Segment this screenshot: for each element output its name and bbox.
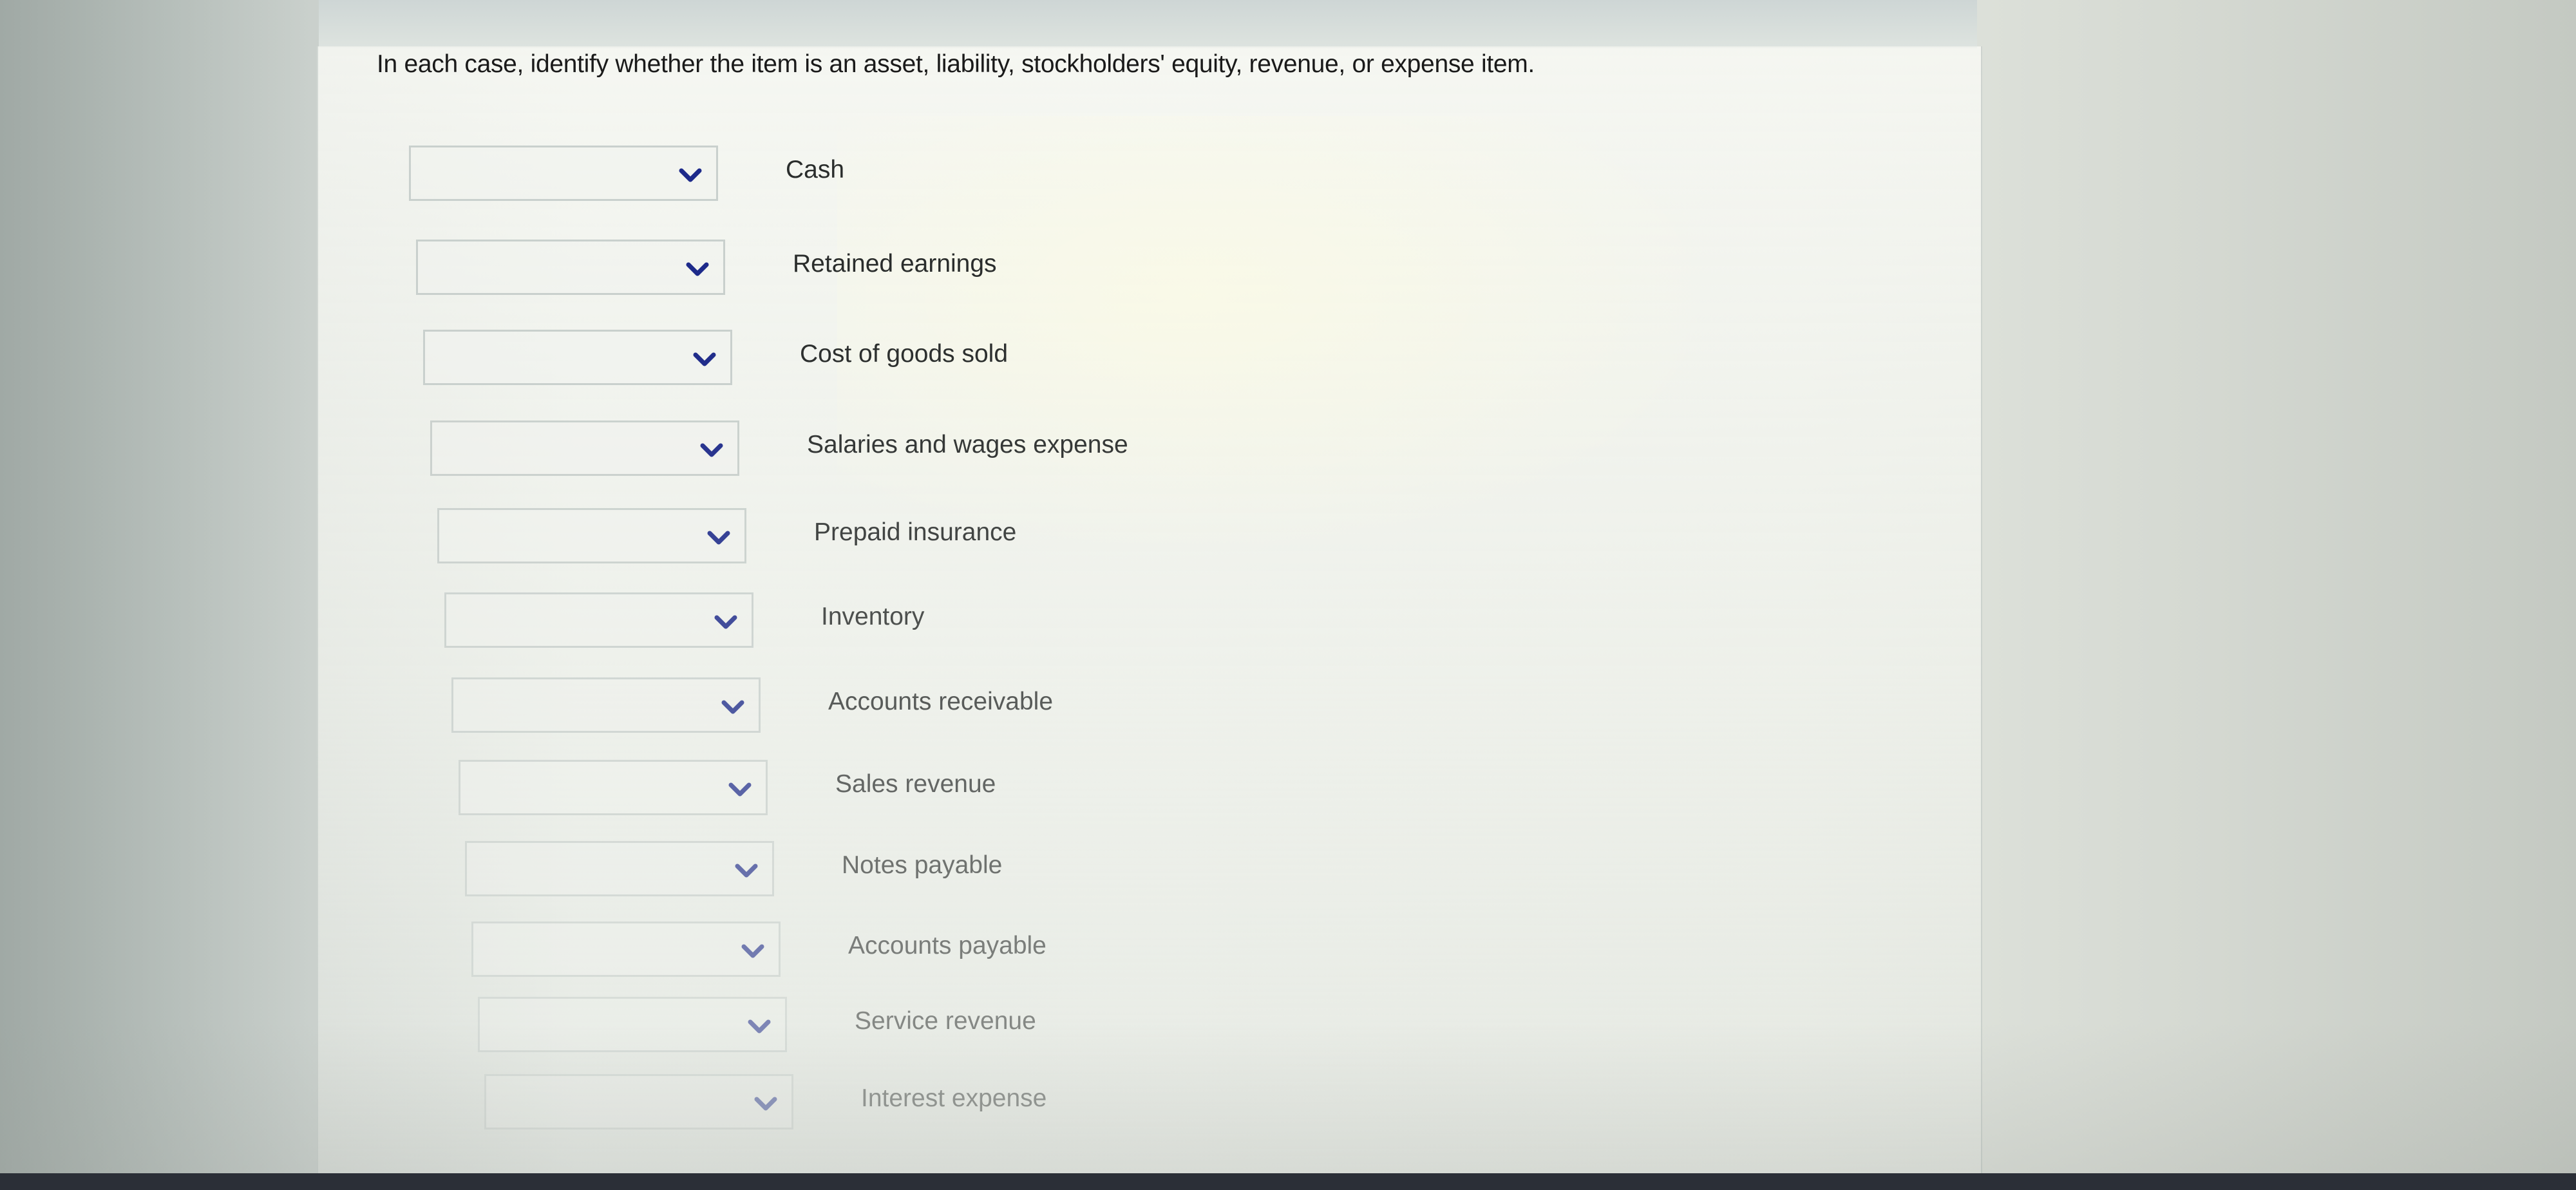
item-label: Inventory — [821, 603, 925, 630]
chevron-down-icon — [734, 860, 759, 882]
item-label: Cash — [786, 156, 845, 184]
item-label: Retained earnings — [793, 250, 997, 278]
classification-dropdown[interactable] — [409, 146, 718, 201]
classification-dropdown[interactable] — [459, 760, 768, 815]
item-label: Prepaid insurance — [814, 518, 1017, 546]
classification-dropdown[interactable] — [430, 420, 739, 476]
item-label: Accounts payable — [848, 932, 1046, 959]
chevron-down-icon — [706, 527, 732, 549]
chevron-down-icon — [699, 439, 724, 461]
classification-dropdown[interactable] — [465, 841, 774, 896]
item-label: Notes payable — [842, 851, 1003, 879]
classification-dropdown[interactable] — [437, 508, 746, 563]
chevron-down-icon — [753, 1093, 779, 1115]
item-label: Accounts receivable — [828, 688, 1054, 715]
item-label: Interest expense — [861, 1084, 1047, 1112]
classification-dropdown[interactable] — [444, 592, 753, 648]
classification-dropdown[interactable] — [451, 677, 761, 733]
item-label: Service revenue — [855, 1007, 1036, 1035]
item-label: Cost of goods sold — [800, 340, 1009, 368]
classification-dropdown[interactable] — [478, 997, 787, 1052]
classification-dropdown[interactable] — [416, 240, 725, 295]
chevron-down-icon — [727, 779, 753, 800]
classification-dropdown[interactable] — [423, 330, 732, 385]
item-label: Salaries and wages expense — [807, 431, 1128, 458]
classification-dropdown[interactable] — [471, 921, 781, 977]
chevron-down-icon — [713, 611, 739, 633]
question-instructions: In each case, identify whether the item … — [377, 50, 1535, 78]
chevron-down-icon — [746, 1015, 772, 1037]
chevron-down-icon — [685, 258, 710, 280]
chevron-down-icon — [740, 940, 766, 962]
item-label: Sales revenue — [835, 770, 996, 798]
classification-dropdown[interactable] — [484, 1074, 793, 1129]
chevron-down-icon — [677, 164, 703, 186]
chevron-down-icon — [720, 696, 746, 718]
top-bar — [319, 0, 1977, 48]
chevron-down-icon — [692, 348, 717, 370]
taskbar — [0, 1173, 2576, 1190]
